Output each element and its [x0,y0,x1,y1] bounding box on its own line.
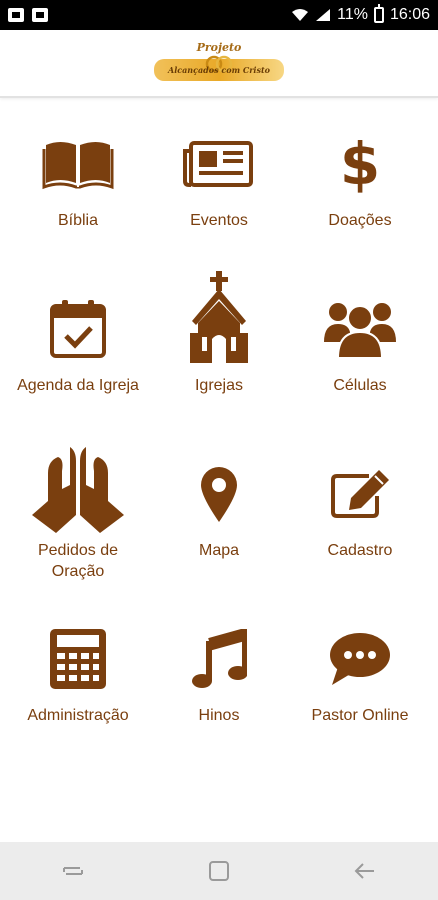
menu-item-doacoes[interactable]: $ Doações [287,100,433,265]
menu-label: Igrejas [194,377,244,394]
home-button[interactable] [189,851,249,891]
recent-apps-icon [63,867,83,875]
menu-label: Cadastro [327,542,393,559]
menu-label: Hinos [198,707,240,724]
users-icon [324,265,396,375]
church-icon [188,265,250,375]
logo-title: Projeto [196,41,242,54]
back-arrow-icon [354,863,374,879]
menu-item-mapa[interactable]: Mapa [146,430,292,595]
menu-label: Pastor Online [311,707,409,724]
praying-hands-icon [30,430,126,540]
menu-label: Células [333,377,387,394]
menu-item-biblia[interactable]: Bíblia [5,100,151,265]
menu-item-hinos[interactable]: Hinos [146,595,292,760]
battery-percentage: 11% [337,6,368,23]
clock: 16:06 [389,6,430,23]
calendar-check-icon [48,265,108,375]
signal-icon [316,9,331,21]
menu-label: Mapa [198,542,240,559]
menu-label: Eventos [190,212,248,229]
svg-text:$: $ [340,132,380,196]
menu-item-eventos[interactable]: Eventos [146,100,292,265]
menu-item-igrejas[interactable]: Igrejas [146,265,292,430]
status-bar: 11% 16:06 [0,0,438,30]
app-header: Projeto Alcançados com Cristo [0,30,438,98]
menu-item-administracao[interactable]: Administração [5,595,151,760]
wifi-icon [292,9,309,21]
menu-item-pastor-online[interactable]: Pastor Online [287,595,433,760]
map-pin-icon [199,430,239,540]
book-icon [42,100,114,210]
calculator-icon [49,595,107,705]
dollar-icon: $ [340,100,380,210]
menu-label: Administração [27,707,129,724]
home-icon [209,861,229,881]
menu-label: Pedidos de Oração [37,542,119,580]
edit-icon [329,430,391,540]
menu-label: Doações [328,212,392,229]
menu-item-pedidos-oracao[interactable]: Pedidos de Oração [5,430,151,595]
recent-apps-button[interactable] [43,851,103,891]
logo-subtitle: Alcançados com Cristo [167,65,270,75]
app-logo: Projeto Alcançados com Cristo [154,37,284,89]
menu-item-cadastro[interactable]: Cadastro [287,430,433,595]
notification-icon [8,8,24,22]
system-nav-bar [0,842,438,900]
music-note-icon [191,595,247,705]
menu-label: Agenda da Igreja [17,377,139,394]
menu-item-agenda[interactable]: Agenda da Igreja [5,265,151,430]
menu-item-celulas[interactable]: Células [287,265,433,430]
image-notification-icon [32,8,48,22]
chat-bubble-icon [328,595,392,705]
back-button[interactable] [335,851,395,891]
battery-icon [373,4,384,23]
menu-label: Bíblia [57,212,99,229]
newspaper-icon [183,100,255,210]
